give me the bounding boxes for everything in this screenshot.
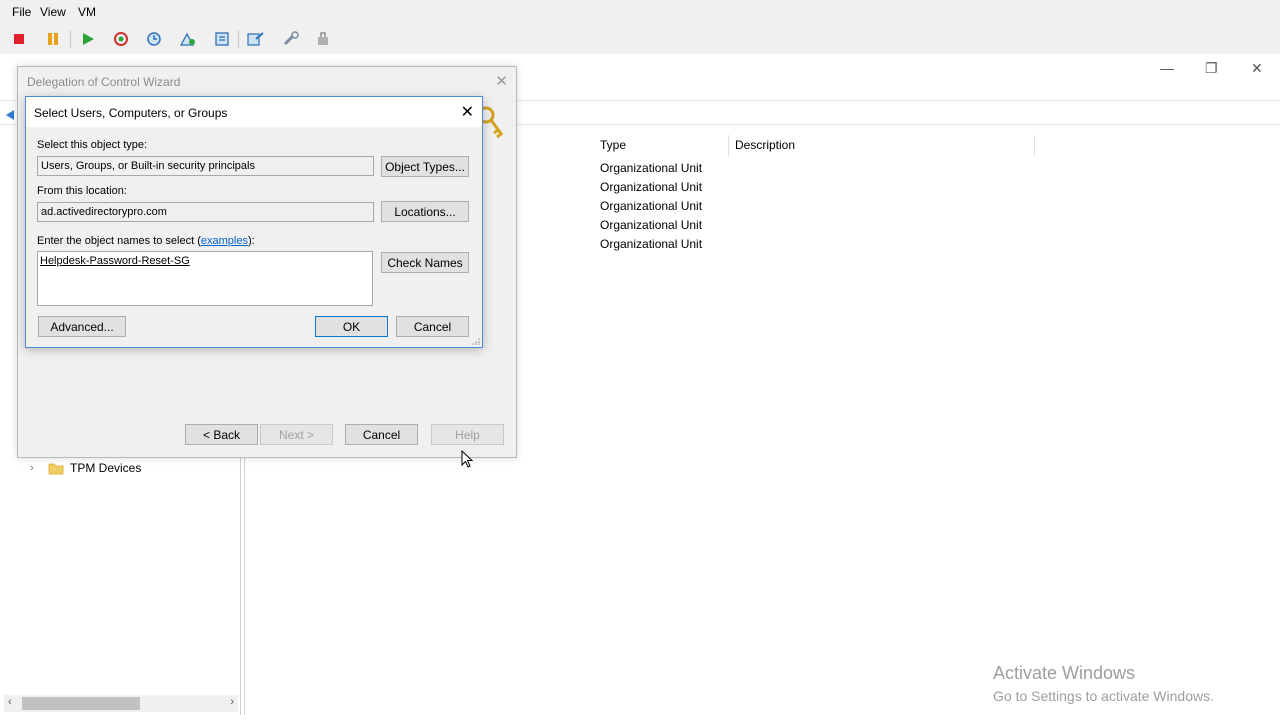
expand-chevron-icon[interactable]: › xyxy=(30,462,44,474)
enhanced-session-icon[interactable] xyxy=(211,28,233,50)
list-item[interactable]: Organizational Unit xyxy=(600,161,702,175)
close-icon[interactable]: ✕ xyxy=(461,102,474,122)
horizontal-scrollbar[interactable]: ‹ › xyxy=(4,695,238,712)
restore-icon[interactable]: ❐ xyxy=(1205,60,1218,77)
revert-icon[interactable] xyxy=(177,28,199,50)
resolved-name: Helpdesk-Password-Reset-SG xyxy=(40,255,190,267)
watermark-subtitle: Go to Settings to activate Windows. xyxy=(993,688,1214,704)
pause-icon[interactable] xyxy=(42,28,64,50)
location-field: ad.activedirectorypro.com xyxy=(37,202,374,222)
object-type-label: Select this object type: xyxy=(37,139,148,151)
dialog-titlebar: Select Users, Computers, or Groups ✕ xyxy=(26,97,482,127)
list-item[interactable]: Organizational Unit xyxy=(600,180,702,194)
location-label: From this location: xyxy=(37,185,127,197)
help-button[interactable]: Help xyxy=(431,424,504,445)
back-button[interactable]: < Back xyxy=(185,424,258,445)
tree-item-label: TPM Devices xyxy=(70,461,142,475)
menu-file[interactable]: File xyxy=(12,5,31,19)
close-icon[interactable]: ✕ xyxy=(1251,60,1263,77)
column-header-description[interactable]: Description xyxy=(735,138,795,156)
share-icon[interactable] xyxy=(245,28,267,50)
wizard-title: Delegation of Control Wizard xyxy=(27,75,181,89)
folder-icon xyxy=(48,463,64,474)
settings-wrench-icon[interactable] xyxy=(280,28,302,50)
object-type-field: Users, Groups, or Built-in security prin… xyxy=(37,156,374,176)
list-item[interactable]: Organizational Unit xyxy=(600,199,702,213)
vm-menubar: File View VM xyxy=(0,0,1280,24)
advanced-button[interactable]: Advanced... xyxy=(38,316,126,337)
menu-view[interactable]: View xyxy=(40,5,66,19)
checkpoint-icon[interactable] xyxy=(143,28,165,50)
activate-windows-watermark: Activate Windows Go to Settings to activ… xyxy=(993,663,1214,704)
back-arrow-icon[interactable] xyxy=(6,110,14,120)
select-users-dialog: Select Users, Computers, or Groups ✕ Sel… xyxy=(25,96,483,348)
check-names-button[interactable]: Check Names xyxy=(381,252,469,273)
resize-grip-icon[interactable] xyxy=(472,337,480,345)
watermark-title: Activate Windows xyxy=(993,663,1136,683)
object-names-label: Enter the object names to select (exampl… xyxy=(37,235,255,247)
examples-link[interactable]: examples xyxy=(201,235,248,247)
minimize-icon[interactable]: — xyxy=(1160,60,1174,76)
list-item[interactable]: Organizational Unit xyxy=(600,218,702,232)
dialog-title: Select Users, Computers, or Groups xyxy=(34,106,228,120)
select-cancel-button[interactable]: Cancel xyxy=(396,316,469,337)
close-icon[interactable]: ✕ xyxy=(495,72,508,90)
wizard-cancel-button[interactable]: Cancel xyxy=(345,424,418,445)
stop-icon[interactable] xyxy=(8,28,30,50)
scroll-right-icon[interactable]: › xyxy=(230,696,234,708)
reset-icon[interactable] xyxy=(110,28,132,50)
list-item[interactable]: Organizational Unit xyxy=(600,237,702,251)
next-button[interactable]: Next > xyxy=(260,424,333,445)
mouse-cursor-icon xyxy=(461,450,473,468)
locations-button[interactable]: Locations... xyxy=(381,201,469,222)
object-names-input[interactable]: Helpdesk-Password-Reset-SG xyxy=(37,251,373,306)
scrollbar-thumb[interactable] xyxy=(22,697,140,710)
menu-vm[interactable]: VM xyxy=(78,5,96,19)
column-header-type[interactable]: Type xyxy=(600,138,626,156)
tools-icon[interactable] xyxy=(313,28,335,50)
scroll-left-icon[interactable]: ‹ xyxy=(8,696,12,708)
start-icon[interactable] xyxy=(77,28,99,50)
ok-button[interactable]: OK xyxy=(315,316,388,337)
object-types-button[interactable]: Object Types... xyxy=(381,156,469,177)
tree-item-tpm-devices[interactable]: › TPM Devices xyxy=(30,460,141,476)
vm-toolbar xyxy=(0,24,1280,55)
